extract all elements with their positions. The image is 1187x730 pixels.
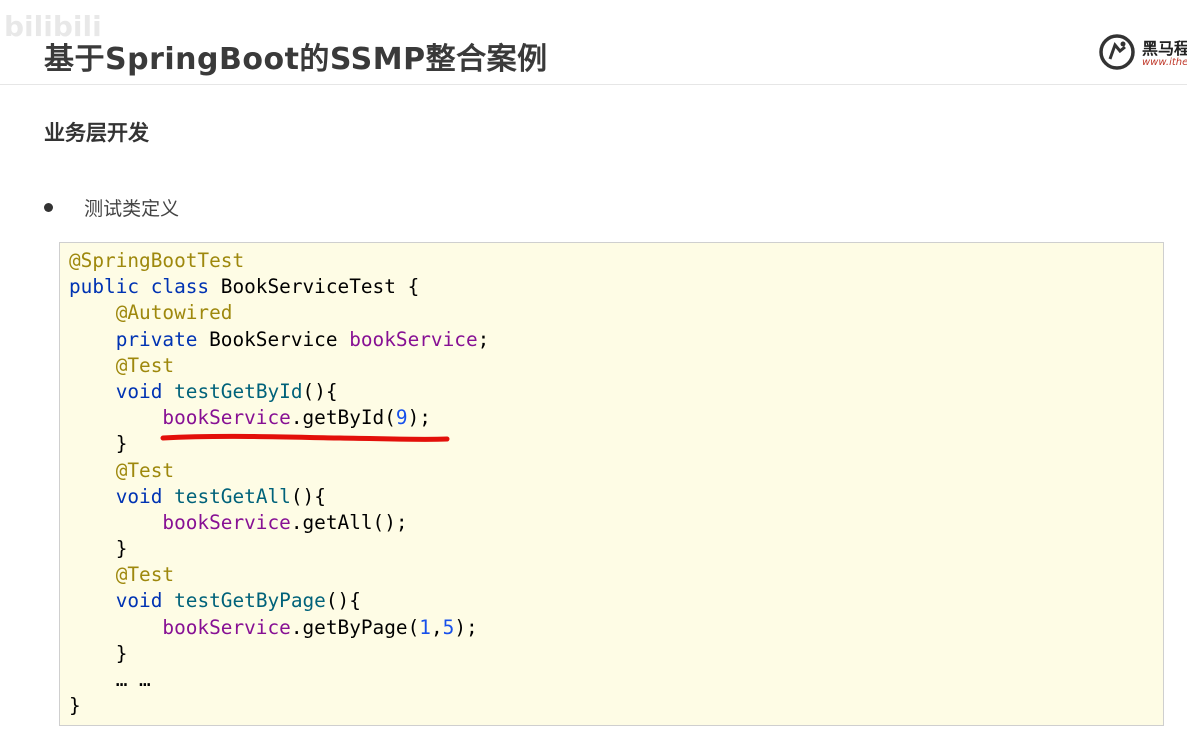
keyword: private — [115, 327, 198, 351]
field-name: bookService — [162, 615, 291, 639]
keyword: void — [115, 484, 163, 508]
number-literal: 5 — [442, 615, 455, 639]
annotation: @Autowired — [115, 301, 233, 325]
code-line: @Test — [69, 458, 489, 484]
bullet-icon — [44, 203, 53, 212]
keyword: class — [150, 275, 210, 299]
closing-brace: } — [115, 432, 128, 456]
code-line: } — [69, 536, 489, 562]
annotation: @Test — [115, 353, 175, 377]
annotation: @Test — [115, 458, 175, 482]
code-line: } — [69, 641, 489, 667]
punctuation: ); — [407, 406, 431, 430]
bullet-item: 测试类定义 — [44, 194, 179, 221]
annotation: @Test — [115, 563, 175, 587]
code-line: void testGetAll(){ — [69, 484, 489, 510]
keyword: void — [115, 379, 163, 403]
keyword: void — [115, 589, 163, 613]
type-name: BookService — [197, 327, 350, 351]
closing-brace: } — [69, 694, 81, 718]
code-line: private BookService bookService; — [69, 327, 490, 353]
logo-url: www.ithei — [1142, 57, 1187, 68]
keyword: public — [69, 275, 140, 299]
method-name: testGetAll — [174, 484, 291, 508]
code-line: bookService.getByPage(1,5); — [69, 615, 489, 641]
annotation: @SpringBootTest — [69, 249, 245, 272]
number-literal: 1 — [419, 615, 431, 639]
method-name: testGetByPage — [174, 589, 326, 613]
red-underline-annotation — [160, 433, 450, 442]
punctuation: ; — [477, 327, 490, 351]
slide-title: 基于SpringBoot的SSMP整合案例 — [44, 42, 548, 77]
code-line: … … — [69, 667, 489, 693]
method-call: .getAll(); — [290, 510, 408, 534]
section-title: 业务层开发 — [44, 121, 149, 145]
code-line: void testGetByPage(){ — [69, 588, 489, 614]
punctuation: (){ — [302, 379, 338, 403]
method-call: .getById( — [290, 406, 396, 430]
punctuation: (){ — [325, 589, 361, 613]
bullet-text: 测试类定义 — [84, 198, 180, 220]
code-line: bookService.getById(9); — [69, 405, 489, 431]
class-declaration: BookServiceTest { — [209, 275, 420, 299]
punctuation: ); — [454, 615, 478, 639]
code-line: @Test — [69, 353, 489, 379]
logo-text: 黑马程 — [1142, 39, 1187, 58]
code-listing: @SpringBootTest public class BookServiceT… — [69, 248, 489, 719]
code-block: @SpringBootTest public class BookServiceT… — [59, 242, 1164, 726]
field-name: bookService — [162, 406, 291, 430]
punctuation: , — [430, 615, 443, 639]
method-name: testGetById — [174, 379, 303, 403]
ellipsis: … … — [115, 668, 151, 691]
code-line: public class BookServiceTest { — [69, 274, 489, 300]
method-call: .getByPage( — [290, 615, 420, 639]
code-line: } — [69, 693, 489, 719]
field-name: bookService — [162, 510, 291, 534]
number-literal: 9 — [395, 406, 408, 430]
code-line: void testGetById(){ — [69, 379, 489, 405]
code-line: bookService.getAll(); — [69, 510, 489, 536]
code-line: @Autowired — [69, 300, 489, 326]
horse-logo-icon — [1099, 34, 1135, 70]
closing-brace: } — [115, 537, 128, 561]
code-line: @SpringBootTest — [69, 248, 489, 274]
brand-logo: 黑马程 www.ithei — [1098, 33, 1187, 73]
code-line: @Test — [69, 562, 489, 588]
punctuation: (){ — [290, 484, 326, 508]
field-name: bookService — [349, 327, 478, 351]
closing-brace: } — [115, 641, 128, 665]
slide-header: bilibili 基于SpringBoot的SSMP整合案例 黑马程 www.i… — [0, 0, 1187, 85]
